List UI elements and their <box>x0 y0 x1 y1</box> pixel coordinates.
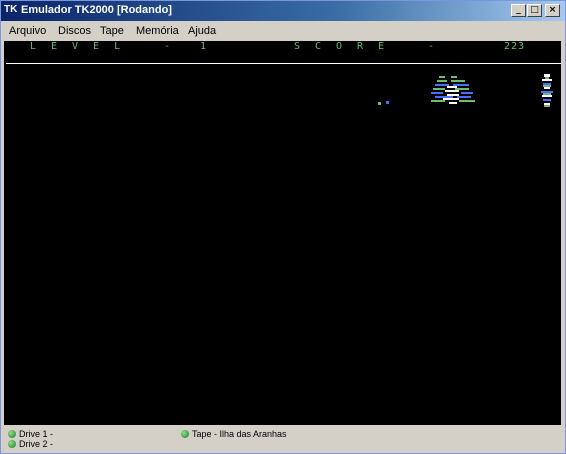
drive1-status: Drive 1 - <box>19 429 54 439</box>
menu-ajuda[interactable]: Ajuda <box>188 25 216 37</box>
menu-bar: Arquivo Discos Tape Memória Ajuda <box>1 22 565 41</box>
tape-led-icon <box>181 430 189 438</box>
drive1-led-icon <box>8 430 16 438</box>
minimize-button[interactable]: _ <box>511 4 526 17</box>
maximize-icon: □ <box>530 5 539 15</box>
maximize-button[interactable]: □ <box>527 4 542 17</box>
minimize-icon: _ <box>516 5 521 15</box>
menu-arquivo[interactable]: Arquivo <box>9 25 46 37</box>
status-bar: Drive 1 - Drive 2 - Tape - Ilha das Aran… <box>1 426 565 453</box>
level-label: LEVEL <box>30 41 136 52</box>
spider-enemy-icon <box>431 76 475 104</box>
emulator-screen[interactable]: LEVEL - 1 SCORE - 223 <box>4 41 561 425</box>
app-icon[interactable]: TK <box>4 4 17 15</box>
player-icon <box>378 101 389 105</box>
drive2-led-icon <box>8 440 16 448</box>
close-icon: × <box>548 5 557 15</box>
menu-discos[interactable]: Discos <box>58 25 91 37</box>
score-label: SCORE <box>294 41 400 52</box>
robot-figure-icon <box>541 74 553 107</box>
level-separator: - <box>164 41 186 52</box>
tape-status: Tape - Ilha das Aranhas <box>192 429 287 439</box>
menu-memoria[interactable]: Memória <box>136 25 179 37</box>
score-separator: - <box>428 41 450 52</box>
hud-divider <box>6 63 561 64</box>
title-bar[interactable]: TK Emulador TK2000 [Rodando] _ □ × <box>1 1 565 21</box>
score-value: 223 <box>504 41 526 52</box>
level-value: 1 <box>200 41 222 52</box>
window-title: Emulador TK2000 [Rodando] <box>21 4 172 16</box>
close-button[interactable]: × <box>545 4 560 17</box>
emulator-window: TK Emulador TK2000 [Rodando] _ □ × Arqui… <box>0 0 566 454</box>
drive2-status: Drive 2 - <box>19 439 54 449</box>
menu-tape[interactable]: Tape <box>100 25 124 37</box>
